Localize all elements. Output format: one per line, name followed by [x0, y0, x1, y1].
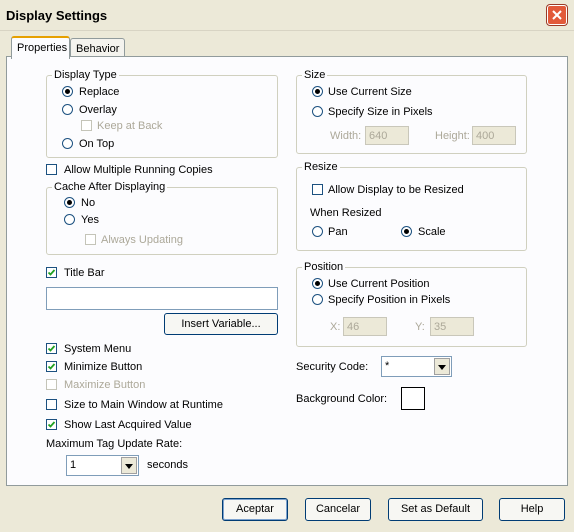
chevron-down-icon: [438, 365, 446, 370]
tab-label: Behavior: [76, 43, 120, 55]
security-code-label: Security Code:: [296, 361, 369, 373]
tab-label: Properties: [17, 42, 68, 54]
height-label: Height:: [435, 130, 470, 142]
minimize-button-checkbox[interactable]: [46, 361, 57, 372]
radio-cache-yes[interactable]: [64, 214, 75, 225]
radio-use-current-size[interactable]: [312, 86, 323, 97]
system-menu-label: System Menu: [64, 343, 132, 355]
radio-replace[interactable]: [62, 86, 73, 97]
on-top-label: On Top: [79, 138, 115, 150]
cache-no-label: No: [81, 197, 96, 209]
radio-pan[interactable]: [312, 226, 323, 237]
allow-multiple-checkbox[interactable]: [46, 164, 57, 175]
use-current-size-label: Use Current Size: [328, 86, 412, 98]
resize-title: Resize: [302, 161, 340, 173]
keep-at-back-checkbox[interactable]: [81, 120, 92, 131]
security-code-select[interactable]: *: [381, 356, 452, 377]
set-as-default-button[interactable]: Set as Default: [388, 498, 483, 521]
keep-at-back-label: Keep at Back: [97, 120, 163, 132]
tag-rate-dropdown-button[interactable]: [121, 457, 137, 474]
ok-button[interactable]: Aceptar: [222, 498, 288, 521]
maximize-button-label: Maximize Button: [64, 379, 146, 391]
width-label: Width:: [330, 130, 362, 142]
tab-properties[interactable]: Properties: [11, 36, 70, 59]
specify-size-label: Specify Size in Pixels: [328, 106, 433, 118]
allow-resize-label: Allow Display to be Resized: [328, 184, 464, 196]
y-label: Y:: [415, 321, 425, 333]
x-label: X:: [330, 321, 341, 333]
radio-use-current-position[interactable]: [312, 278, 323, 289]
radio-cache-no[interactable]: [64, 197, 75, 208]
use-current-position-label: Use Current Position: [328, 278, 430, 290]
cache-yes-label: Yes: [81, 214, 99, 226]
radio-specify-size[interactable]: [312, 106, 323, 117]
system-menu-checkbox[interactable]: [46, 343, 57, 354]
radio-scale[interactable]: [401, 226, 412, 237]
window-title: Display Settings: [6, 8, 108, 23]
show-last-label: Show Last Acquired Value: [64, 419, 192, 431]
check-icon: [47, 421, 56, 428]
x-input[interactable]: 46: [343, 317, 387, 336]
close-button[interactable]: [547, 5, 567, 25]
insert-variable-button[interactable]: Insert Variable...: [164, 313, 278, 335]
always-updating-checkbox[interactable]: [85, 234, 96, 245]
title-bar-input[interactable]: [46, 287, 278, 310]
tag-rate-unit: seconds: [147, 459, 188, 471]
help-button[interactable]: Help: [499, 498, 565, 521]
cancel-button[interactable]: Cancelar: [305, 498, 371, 521]
overlay-label: Overlay: [79, 104, 117, 116]
scale-label: Scale: [418, 226, 446, 238]
pan-label: Pan: [328, 226, 348, 238]
tag-rate-value: 1: [70, 459, 77, 471]
y-value: 35: [434, 321, 447, 333]
specify-position-label: Specify Position in Pixels: [328, 294, 451, 306]
background-color-label: Background Color:: [296, 393, 388, 405]
cache-title: Cache After Displaying: [52, 181, 168, 193]
check-icon: [47, 363, 56, 370]
position-title: Position: [302, 261, 346, 273]
check-icon: [47, 345, 56, 352]
tag-rate-select[interactable]: 1: [66, 455, 139, 476]
size-title: Size: [302, 69, 328, 81]
x-value: 46: [347, 321, 360, 333]
tag-rate-label: Maximum Tag Update Rate:: [46, 438, 183, 450]
display-type-title: Display Type: [52, 69, 119, 81]
radio-overlay[interactable]: [62, 104, 73, 115]
tab-behavior[interactable]: Behavior: [70, 38, 125, 58]
check-icon: [47, 269, 56, 276]
title-bar-label: Title Bar: [64, 267, 105, 279]
minimize-button-label: Minimize Button: [64, 361, 143, 373]
title-bar: Display Settings: [0, 0, 574, 31]
radio-specify-position[interactable]: [312, 294, 323, 305]
width-value: 640: [369, 130, 388, 142]
security-code-dropdown-button[interactable]: [434, 358, 450, 375]
maximize-button-checkbox[interactable]: [46, 379, 57, 390]
background-color-swatch[interactable]: [401, 387, 425, 410]
allow-multiple-label: Allow Multiple Running Copies: [64, 164, 213, 176]
height-value: 400: [476, 130, 495, 142]
when-resized-label: When Resized: [310, 207, 382, 219]
size-to-main-label: Size to Main Window at Runtime: [64, 399, 223, 411]
security-code-value: *: [385, 360, 390, 372]
always-updating-label: Always Updating: [101, 234, 183, 246]
y-input[interactable]: 35: [430, 317, 474, 336]
width-input[interactable]: 640: [365, 126, 409, 145]
height-input[interactable]: 400: [472, 126, 516, 145]
allow-resize-checkbox[interactable]: [312, 184, 323, 195]
chevron-down-icon: [125, 464, 133, 469]
show-last-checkbox[interactable]: [46, 419, 57, 430]
close-icon: [552, 10, 562, 20]
radio-on-top[interactable]: [62, 138, 73, 149]
title-bar-checkbox[interactable]: [46, 267, 57, 278]
replace-label: Replace: [79, 86, 120, 98]
size-to-main-checkbox[interactable]: [46, 399, 57, 410]
